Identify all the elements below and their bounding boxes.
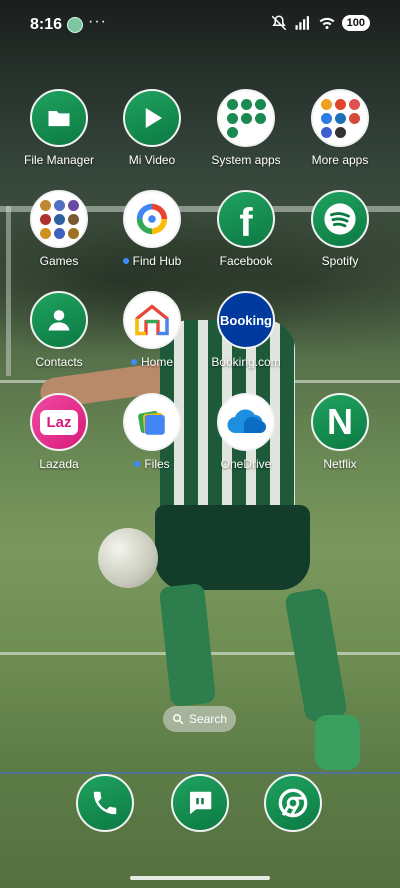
system-icons: 100 [270, 14, 370, 32]
app-label: Spotify [321, 254, 359, 268]
app-label: File Manager [23, 153, 95, 167]
search-icon [172, 714, 184, 725]
app-facebook[interactable]: f Facebook [198, 190, 294, 268]
app-find-hub[interactable]: Find Hub [104, 190, 200, 268]
wallpaper-player-shoe [315, 715, 360, 770]
dock-chrome[interactable] [264, 774, 322, 832]
mute-icon [271, 15, 286, 31]
google-home-icon [123, 291, 181, 349]
app-label: Booking.com [211, 355, 281, 369]
folder-grid-icon [30, 190, 88, 248]
chrome-icon [278, 788, 308, 818]
app-label: OneDrive [220, 457, 272, 471]
battery-indicator: 100 [341, 15, 370, 31]
app-files[interactable]: Files [104, 393, 200, 471]
search-label: Search [188, 712, 228, 726]
search-button[interactable]: Search [163, 706, 236, 732]
status-bar: 8:16 ··· 100 [0, 0, 400, 50]
app-booking[interactable]: Booking Booking.com [198, 291, 294, 369]
play-icon [123, 89, 181, 147]
phone-icon [93, 791, 117, 815]
new-install-dot [122, 258, 129, 264]
app-onedrive[interactable]: OneDrive [198, 393, 294, 471]
new-install-dot [134, 461, 141, 467]
folder-games[interactable]: Games [11, 190, 107, 268]
wallpaper-player-shorts [155, 505, 310, 590]
app-label: Lazada [39, 457, 79, 471]
folder-grid-icon [217, 89, 275, 147]
app-lazada[interactable]: Laz Lazada [11, 393, 107, 471]
person-icon [30, 291, 88, 349]
app-label: Files [104, 457, 200, 471]
app-label: Netflix [323, 457, 357, 471]
folder-grid-icon [311, 89, 369, 147]
messages-icon [190, 791, 212, 815]
onedrive-icon [217, 393, 275, 451]
wallpaper-ball [98, 528, 158, 588]
app-label: Facebook [219, 254, 273, 268]
app-mi-video[interactable]: Mi Video [104, 89, 200, 167]
app-spotify[interactable]: Spotify [292, 190, 388, 268]
lazada-icon: Laz [30, 393, 88, 451]
folder-icon [30, 89, 88, 147]
spotify-icon [311, 190, 369, 248]
globe-icon [67, 17, 83, 33]
find-hub-icon [123, 190, 181, 248]
more-notifications-icon: ··· [88, 13, 107, 30]
dock-phone[interactable] [76, 774, 134, 832]
clock: 8:16 [30, 16, 63, 33]
files-icon [123, 393, 181, 451]
app-label: System apps [211, 153, 281, 167]
wifi-icon [319, 17, 335, 29]
folder-more-apps[interactable]: More apps [292, 89, 388, 167]
app-label: Mi Video [128, 153, 176, 167]
app-label: Contacts [35, 355, 83, 369]
signal-icon [295, 16, 309, 30]
app-label: Home [104, 355, 200, 369]
app-label: More apps [311, 153, 369, 167]
home-indicator[interactable] [130, 876, 270, 880]
app-label: Find Hub [104, 254, 200, 268]
netflix-icon: N [311, 393, 369, 451]
dock-messages[interactable] [171, 774, 229, 832]
app-file-manager[interactable]: File Manager [11, 89, 107, 167]
folder-system-apps[interactable]: System apps [198, 89, 294, 167]
facebook-icon: f [217, 190, 275, 248]
app-label: Games [39, 254, 79, 268]
new-install-dot [130, 359, 137, 365]
app-netflix[interactable]: N Netflix [292, 393, 388, 471]
app-home[interactable]: Home [104, 291, 200, 369]
booking-icon: Booking [217, 291, 275, 349]
app-contacts[interactable]: Contacts [11, 291, 107, 369]
